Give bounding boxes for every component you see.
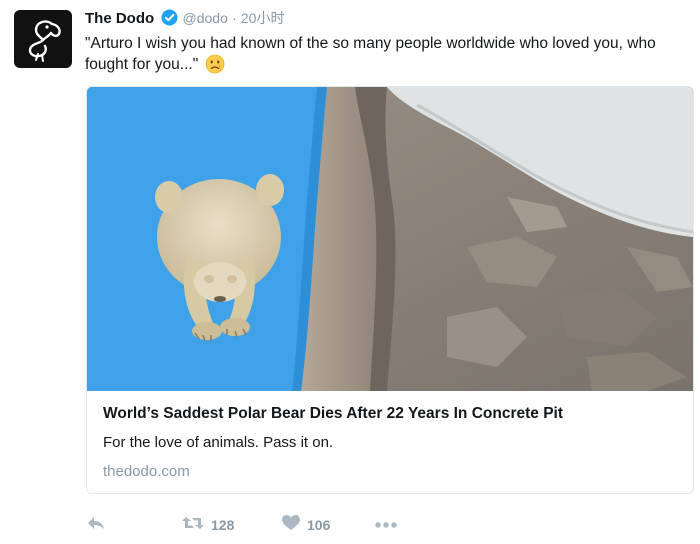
like-button[interactable]: 106 bbox=[282, 514, 330, 536]
tweet-text: "Arturo I wish you had known of the so m… bbox=[85, 33, 685, 80]
heart-icon bbox=[282, 514, 300, 536]
retweet-icon bbox=[182, 515, 204, 536]
author-name[interactable]: The Dodo bbox=[85, 10, 154, 27]
card-image-polar-bear[interactable] bbox=[87, 87, 693, 391]
header-separator: · bbox=[232, 10, 237, 26]
author-handle[interactable]: @dodo bbox=[183, 10, 228, 26]
more-dots-icon bbox=[374, 516, 398, 534]
reply-button[interactable] bbox=[86, 514, 106, 536]
dodo-logo-icon bbox=[28, 20, 61, 62]
verified-badge-icon bbox=[161, 9, 178, 31]
more-button[interactable] bbox=[374, 514, 398, 536]
retweet-count: 128 bbox=[211, 517, 235, 533]
card-title[interactable]: World’s Saddest Polar Bear Dies After 22… bbox=[103, 405, 683, 423]
reply-icon bbox=[86, 514, 106, 537]
tweet-header: The Dodo @dodo · 20小时 bbox=[85, 9, 284, 31]
like-count: 106 bbox=[307, 517, 331, 533]
tweet-text-body: "Arturo I wish you had known of the so m… bbox=[85, 35, 656, 73]
author-avatar[interactable] bbox=[14, 10, 72, 68]
link-card[interactable]: World’s Saddest Polar Bear Dies After 22… bbox=[86, 86, 694, 494]
card-domain[interactable]: thedodo.com bbox=[103, 463, 190, 480]
retweet-button[interactable]: 128 bbox=[182, 514, 234, 536]
tweet-timestamp[interactable]: 20小时 bbox=[241, 10, 285, 26]
crying-face-emoji-icon bbox=[205, 54, 225, 80]
card-description: For the love of animals. Pass it on. bbox=[103, 434, 334, 451]
